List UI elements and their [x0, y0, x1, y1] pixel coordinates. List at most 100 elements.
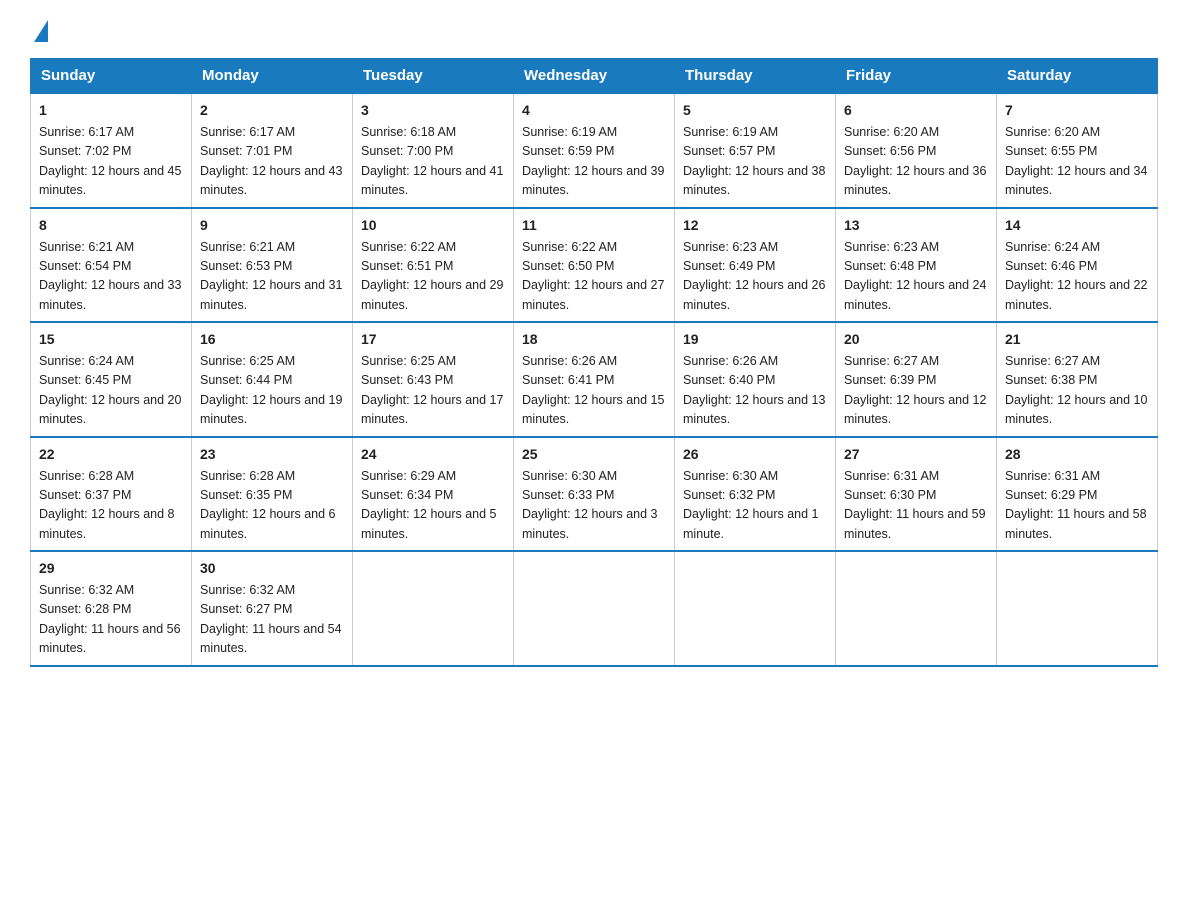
calendar-cell: 5Sunrise: 6:19 AMSunset: 6:57 PMDaylight…: [675, 93, 836, 208]
calendar-week-row: 1Sunrise: 6:17 AMSunset: 7:02 PMDaylight…: [31, 93, 1158, 208]
day-number: 7: [1005, 100, 1149, 121]
cell-content: Sunrise: 6:17 AMSunset: 7:01 PMDaylight:…: [200, 123, 344, 201]
column-header-friday: Friday: [836, 59, 997, 94]
calendar-cell: 1Sunrise: 6:17 AMSunset: 7:02 PMDaylight…: [31, 93, 192, 208]
cell-content: Sunrise: 6:29 AMSunset: 6:34 PMDaylight:…: [361, 467, 505, 545]
day-number: 6: [844, 100, 988, 121]
day-number: 4: [522, 100, 666, 121]
cell-content: Sunrise: 6:23 AMSunset: 6:49 PMDaylight:…: [683, 238, 827, 316]
cell-content: Sunrise: 6:21 AMSunset: 6:53 PMDaylight:…: [200, 238, 344, 316]
calendar-cell: 9Sunrise: 6:21 AMSunset: 6:53 PMDaylight…: [192, 208, 353, 323]
calendar-cell: [836, 551, 997, 666]
cell-content: Sunrise: 6:22 AMSunset: 6:50 PMDaylight:…: [522, 238, 666, 316]
calendar-cell: 12Sunrise: 6:23 AMSunset: 6:49 PMDayligh…: [675, 208, 836, 323]
calendar-cell: 14Sunrise: 6:24 AMSunset: 6:46 PMDayligh…: [997, 208, 1158, 323]
calendar-cell: 2Sunrise: 6:17 AMSunset: 7:01 PMDaylight…: [192, 93, 353, 208]
cell-content: Sunrise: 6:28 AMSunset: 6:35 PMDaylight:…: [200, 467, 344, 545]
cell-content: Sunrise: 6:27 AMSunset: 6:38 PMDaylight:…: [1005, 352, 1149, 430]
cell-content: Sunrise: 6:20 AMSunset: 6:55 PMDaylight:…: [1005, 123, 1149, 201]
day-number: 26: [683, 444, 827, 465]
day-number: 18: [522, 329, 666, 350]
calendar-week-row: 29Sunrise: 6:32 AMSunset: 6:28 PMDayligh…: [31, 551, 1158, 666]
cell-content: Sunrise: 6:27 AMSunset: 6:39 PMDaylight:…: [844, 352, 988, 430]
calendar-cell: 15Sunrise: 6:24 AMSunset: 6:45 PMDayligh…: [31, 322, 192, 437]
calendar-cell: 21Sunrise: 6:27 AMSunset: 6:38 PMDayligh…: [997, 322, 1158, 437]
page-header: [30, 20, 1158, 40]
day-number: 24: [361, 444, 505, 465]
cell-content: Sunrise: 6:19 AMSunset: 6:57 PMDaylight:…: [683, 123, 827, 201]
day-number: 22: [39, 444, 183, 465]
calendar-cell: 4Sunrise: 6:19 AMSunset: 6:59 PMDaylight…: [514, 93, 675, 208]
cell-content: Sunrise: 6:28 AMSunset: 6:37 PMDaylight:…: [39, 467, 183, 545]
column-header-monday: Monday: [192, 59, 353, 94]
calendar-cell: 20Sunrise: 6:27 AMSunset: 6:39 PMDayligh…: [836, 322, 997, 437]
day-number: 16: [200, 329, 344, 350]
day-number: 28: [1005, 444, 1149, 465]
logo: [30, 20, 48, 40]
day-number: 23: [200, 444, 344, 465]
cell-content: Sunrise: 6:32 AMSunset: 6:28 PMDaylight:…: [39, 581, 183, 659]
cell-content: Sunrise: 6:18 AMSunset: 7:00 PMDaylight:…: [361, 123, 505, 201]
calendar-cell: 18Sunrise: 6:26 AMSunset: 6:41 PMDayligh…: [514, 322, 675, 437]
cell-content: Sunrise: 6:23 AMSunset: 6:48 PMDaylight:…: [844, 238, 988, 316]
day-number: 13: [844, 215, 988, 236]
day-number: 1: [39, 100, 183, 121]
cell-content: Sunrise: 6:25 AMSunset: 6:44 PMDaylight:…: [200, 352, 344, 430]
logo-triangle-icon: [34, 20, 48, 42]
day-number: 14: [1005, 215, 1149, 236]
calendar-table: SundayMondayTuesdayWednesdayThursdayFrid…: [30, 58, 1158, 667]
calendar-cell: 3Sunrise: 6:18 AMSunset: 7:00 PMDaylight…: [353, 93, 514, 208]
calendar-cell: 11Sunrise: 6:22 AMSunset: 6:50 PMDayligh…: [514, 208, 675, 323]
column-header-saturday: Saturday: [997, 59, 1158, 94]
cell-content: Sunrise: 6:25 AMSunset: 6:43 PMDaylight:…: [361, 352, 505, 430]
calendar-week-row: 8Sunrise: 6:21 AMSunset: 6:54 PMDaylight…: [31, 208, 1158, 323]
cell-content: Sunrise: 6:31 AMSunset: 6:29 PMDaylight:…: [1005, 467, 1149, 545]
cell-content: Sunrise: 6:30 AMSunset: 6:32 PMDaylight:…: [683, 467, 827, 545]
day-number: 10: [361, 215, 505, 236]
calendar-header-row: SundayMondayTuesdayWednesdayThursdayFrid…: [31, 59, 1158, 94]
calendar-cell: [675, 551, 836, 666]
calendar-cell: [353, 551, 514, 666]
column-header-tuesday: Tuesday: [353, 59, 514, 94]
day-number: 25: [522, 444, 666, 465]
cell-content: Sunrise: 6:20 AMSunset: 6:56 PMDaylight:…: [844, 123, 988, 201]
cell-content: Sunrise: 6:24 AMSunset: 6:46 PMDaylight:…: [1005, 238, 1149, 316]
day-number: 9: [200, 215, 344, 236]
calendar-week-row: 22Sunrise: 6:28 AMSunset: 6:37 PMDayligh…: [31, 437, 1158, 552]
day-number: 3: [361, 100, 505, 121]
calendar-cell: 25Sunrise: 6:30 AMSunset: 6:33 PMDayligh…: [514, 437, 675, 552]
calendar-cell: 7Sunrise: 6:20 AMSunset: 6:55 PMDaylight…: [997, 93, 1158, 208]
calendar-cell: 30Sunrise: 6:32 AMSunset: 6:27 PMDayligh…: [192, 551, 353, 666]
calendar-cell: 10Sunrise: 6:22 AMSunset: 6:51 PMDayligh…: [353, 208, 514, 323]
cell-content: Sunrise: 6:21 AMSunset: 6:54 PMDaylight:…: [39, 238, 183, 316]
calendar-cell: 26Sunrise: 6:30 AMSunset: 6:32 PMDayligh…: [675, 437, 836, 552]
cell-content: Sunrise: 6:31 AMSunset: 6:30 PMDaylight:…: [844, 467, 988, 545]
day-number: 20: [844, 329, 988, 350]
cell-content: Sunrise: 6:17 AMSunset: 7:02 PMDaylight:…: [39, 123, 183, 201]
calendar-cell: 24Sunrise: 6:29 AMSunset: 6:34 PMDayligh…: [353, 437, 514, 552]
day-number: 2: [200, 100, 344, 121]
calendar-cell: 13Sunrise: 6:23 AMSunset: 6:48 PMDayligh…: [836, 208, 997, 323]
calendar-cell: 19Sunrise: 6:26 AMSunset: 6:40 PMDayligh…: [675, 322, 836, 437]
calendar-cell: [514, 551, 675, 666]
day-number: 21: [1005, 329, 1149, 350]
calendar-cell: 29Sunrise: 6:32 AMSunset: 6:28 PMDayligh…: [31, 551, 192, 666]
day-number: 12: [683, 215, 827, 236]
column-header-thursday: Thursday: [675, 59, 836, 94]
calendar-cell: 28Sunrise: 6:31 AMSunset: 6:29 PMDayligh…: [997, 437, 1158, 552]
cell-content: Sunrise: 6:24 AMSunset: 6:45 PMDaylight:…: [39, 352, 183, 430]
calendar-cell: 22Sunrise: 6:28 AMSunset: 6:37 PMDayligh…: [31, 437, 192, 552]
cell-content: Sunrise: 6:26 AMSunset: 6:41 PMDaylight:…: [522, 352, 666, 430]
day-number: 11: [522, 215, 666, 236]
calendar-cell: 8Sunrise: 6:21 AMSunset: 6:54 PMDaylight…: [31, 208, 192, 323]
calendar-cell: 27Sunrise: 6:31 AMSunset: 6:30 PMDayligh…: [836, 437, 997, 552]
day-number: 27: [844, 444, 988, 465]
cell-content: Sunrise: 6:22 AMSunset: 6:51 PMDaylight:…: [361, 238, 505, 316]
day-number: 19: [683, 329, 827, 350]
calendar-week-row: 15Sunrise: 6:24 AMSunset: 6:45 PMDayligh…: [31, 322, 1158, 437]
calendar-cell: 6Sunrise: 6:20 AMSunset: 6:56 PMDaylight…: [836, 93, 997, 208]
day-number: 17: [361, 329, 505, 350]
day-number: 15: [39, 329, 183, 350]
calendar-cell: 16Sunrise: 6:25 AMSunset: 6:44 PMDayligh…: [192, 322, 353, 437]
cell-content: Sunrise: 6:30 AMSunset: 6:33 PMDaylight:…: [522, 467, 666, 545]
